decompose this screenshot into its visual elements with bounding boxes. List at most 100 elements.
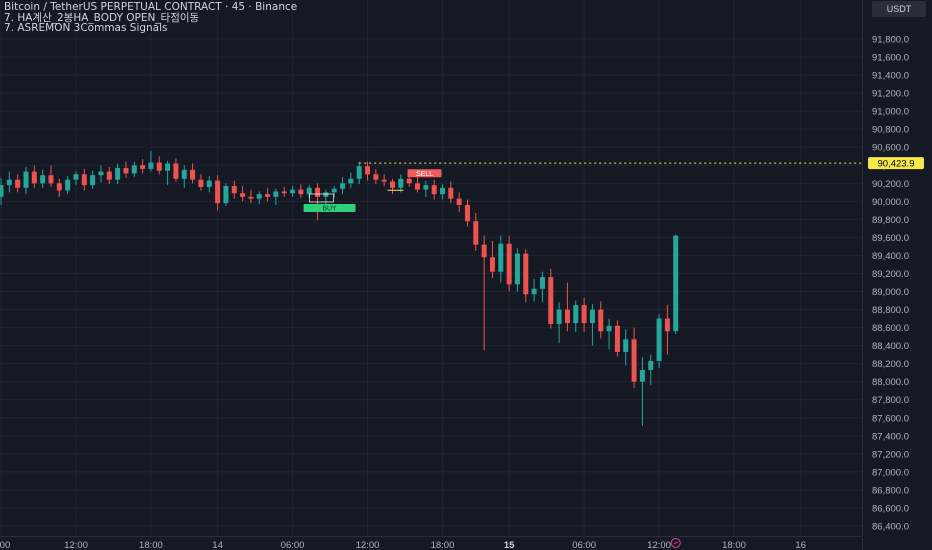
price-tick-label: 90,600.0 [872, 143, 909, 154]
candle-body [673, 235, 679, 332]
candle-body [406, 178, 412, 184]
price-tick-label: 90,200.0 [872, 179, 909, 190]
candle-body [56, 183, 62, 191]
price-tick-label: 90,800.0 [872, 125, 909, 136]
candle-body [390, 181, 396, 188]
sell-signal-label: SELL [416, 171, 433, 178]
candle-body [623, 339, 629, 352]
candle-body [398, 178, 404, 188]
candle-body [481, 244, 487, 258]
candle-body [498, 243, 504, 272]
candle-body [415, 183, 420, 190]
candle-body [323, 192, 329, 197]
price-tick-label: 89,000.0 [872, 287, 909, 298]
candle-body [65, 179, 71, 191]
candle-body [473, 221, 479, 245]
chart-legend: Bitcoin / TetherUS PERPETUAL CONTRACT · … [4, 2, 297, 34]
candle-body [156, 162, 162, 171]
price-tick-label: 89,200.0 [872, 269, 909, 280]
candle-body [98, 171, 104, 176]
candle-body [506, 243, 512, 285]
candle-body [589, 309, 595, 324]
price-tick-label: 88,400.0 [872, 341, 909, 352]
candle-body [456, 198, 462, 205]
price-tick-label: 91,000.0 [872, 107, 909, 118]
time-tick-label: 18:00 [139, 540, 163, 550]
candle-body [631, 339, 637, 382]
candle-body [123, 167, 129, 174]
candle-body [606, 325, 612, 332]
candle-body [81, 174, 87, 186]
candle-body [173, 163, 179, 179]
candle-body [106, 171, 112, 180]
time-tick-label: 14 [212, 540, 223, 550]
candle-body [48, 175, 54, 184]
candle-body [73, 174, 79, 180]
candle-body [273, 191, 279, 197]
price-tick-label: 91,400.0 [872, 71, 909, 82]
candle-body [256, 194, 262, 199]
time-tick-label: 18:00 [431, 540, 455, 550]
candle-body [23, 171, 29, 188]
candle-body [431, 185, 437, 195]
candle-body [0, 185, 4, 197]
candle-body [656, 318, 662, 361]
price-tick-label: 86,600.0 [872, 503, 909, 514]
buy-signal-label: BUY [322, 205, 337, 212]
candle-body [315, 187, 321, 197]
last-price-label: 90,423.9 [878, 159, 915, 170]
price-tick-label: 87,000.0 [872, 467, 909, 478]
price-tick-label: 87,400.0 [872, 431, 909, 442]
time-tick-label: 6:00 [0, 540, 10, 550]
candle-body [639, 369, 645, 382]
candle-body [439, 187, 445, 195]
price-tick-label: 88,000.0 [872, 377, 909, 388]
indicator-2-label[interactable]: 7. ASREMON 3Commas Signals [4, 23, 297, 34]
time-tick-label: 18:00 [722, 540, 746, 550]
candle-body [664, 318, 670, 332]
price-tick-label: 88,600.0 [872, 323, 909, 334]
candle-body [598, 309, 604, 332]
candle-body [548, 277, 554, 324]
price-tick-label: 89,600.0 [872, 233, 909, 244]
price-tick-label: 87,200.0 [872, 449, 909, 460]
candle-body [31, 171, 37, 184]
candle-body [181, 169, 187, 179]
candle-body [489, 257, 495, 272]
price-tick-label: 87,600.0 [872, 413, 909, 424]
candle-body [523, 253, 529, 295]
candlestick-chart[interactable]: 86,400.0 86,600.0 86,800.0 87,000.0 87,200.0… [0, 0, 932, 550]
chart-background [0, 0, 932, 550]
candle-body [531, 288, 537, 295]
candle-body [373, 174, 379, 180]
price-tick-label: 86,400.0 [872, 521, 909, 532]
candle-body [331, 188, 337, 193]
symbol-title[interactable]: Bitcoin / TetherUS PERPETUAL CONTRACT · … [4, 2, 297, 13]
candle-body [306, 187, 312, 195]
candle-body [298, 189, 304, 195]
candle-body [614, 325, 620, 352]
candle-body [190, 169, 196, 180]
currency-button[interactable]: USDT [872, 1, 926, 17]
candle-body [514, 253, 520, 285]
candle-body [15, 179, 21, 188]
candle-body [198, 179, 204, 187]
price-tick-label: 91,600.0 [872, 53, 909, 64]
candle-body [215, 180, 221, 204]
candle-body [115, 167, 121, 180]
price-tick-label: 89,800.0 [872, 215, 909, 226]
candle-body [223, 186, 229, 204]
price-tick-label: 91,800.0 [872, 35, 909, 46]
candle-body [648, 360, 654, 370]
time-tick-label: 12:00 [356, 540, 380, 550]
price-tick-label: 87,800.0 [872, 395, 909, 406]
price-tick-label: 90,000.0 [872, 197, 909, 208]
candle-body [40, 175, 46, 184]
price-tick-label: 88,200.0 [872, 359, 909, 370]
candle-body [539, 277, 545, 289]
candle-body [423, 185, 429, 190]
chart-area[interactable]: 86,400.0 86,600.0 86,800.0 87,000.0 87,200.0… [0, 0, 932, 550]
candle-body [248, 196, 254, 199]
price-tick-label: 89,400.0 [872, 251, 909, 262]
time-tick-label: 12:00 [647, 540, 671, 550]
